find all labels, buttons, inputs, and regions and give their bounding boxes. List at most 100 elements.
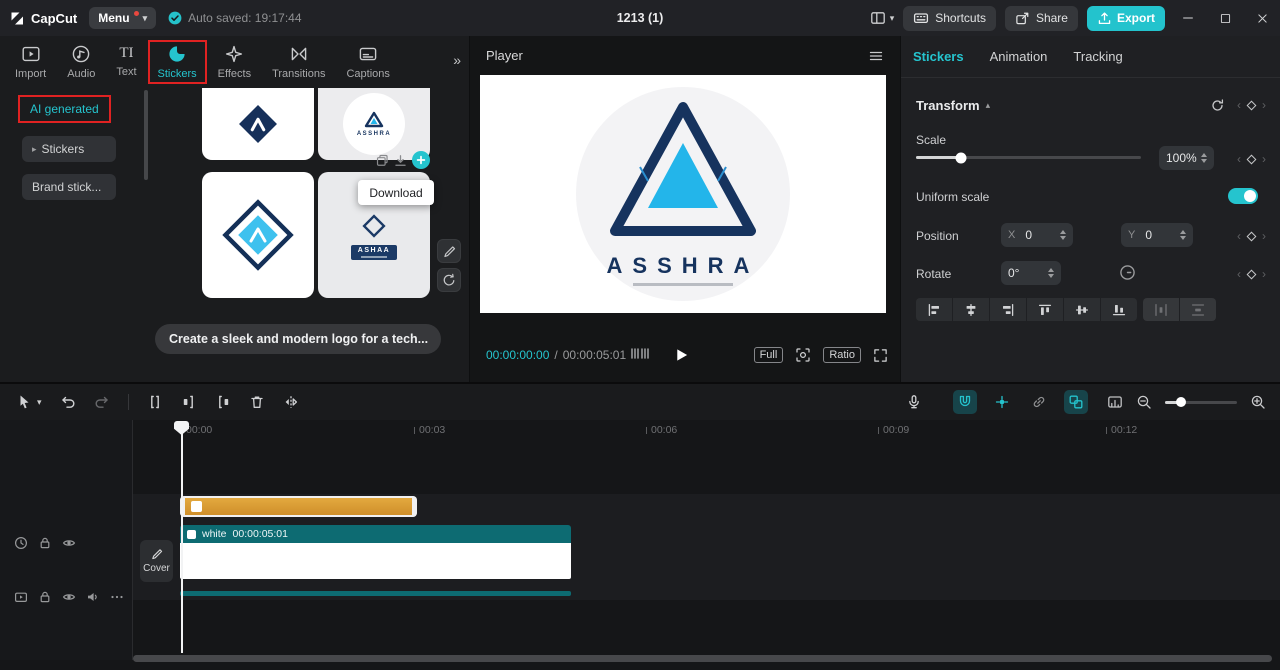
- frame-preview-button[interactable]: [630, 346, 649, 361]
- sidebar-item-ai-generated[interactable]: AI generated: [18, 95, 111, 123]
- timeline-ruler[interactable]: 00:00 00:03 00:06 00:09 00:12: [133, 420, 1280, 440]
- delete-button[interactable]: [249, 394, 265, 410]
- auto-snapping-toggle[interactable]: [990, 390, 1014, 414]
- rotate-knob[interactable]: [1119, 264, 1136, 281]
- add-keyframe-button[interactable]: [1246, 231, 1257, 241]
- main-track-magnet-toggle[interactable]: [953, 390, 977, 414]
- render-quality-button[interactable]: [1107, 394, 1123, 410]
- step-down-icon[interactable]: [1180, 236, 1186, 240]
- share-button[interactable]: Share: [1004, 5, 1078, 31]
- close-button[interactable]: [1248, 0, 1276, 36]
- add-keyframe-button[interactable]: [1246, 269, 1257, 279]
- record-voiceover-button[interactable]: [906, 394, 922, 410]
- align-left-button[interactable]: [916, 298, 952, 321]
- distribute-horizontal-button[interactable]: [1143, 298, 1179, 321]
- slider-handle[interactable]: [955, 152, 967, 163]
- delete-right-button[interactable]: [215, 394, 231, 410]
- stepper-control[interactable]: [1180, 230, 1186, 240]
- video-clip[interactable]: white 00:00:05:01: [180, 525, 571, 579]
- edit-prompt-button[interactable]: [437, 239, 461, 263]
- step-down-icon[interactable]: [1201, 159, 1207, 163]
- collapse-section-button[interactable]: ▴: [986, 100, 991, 111]
- cover-button[interactable]: Cover: [140, 540, 173, 582]
- split-button[interactable]: [147, 394, 163, 410]
- tab-stickers[interactable]: Stickers: [147, 40, 207, 84]
- step-up-icon[interactable]: [1201, 153, 1207, 157]
- position-y-input[interactable]: Y 0: [1121, 223, 1193, 247]
- track-more-button[interactable]: [110, 590, 124, 604]
- next-keyframe-button[interactable]: ›: [1262, 267, 1266, 281]
- slider-handle[interactable]: [1175, 397, 1186, 407]
- tab-inspector-stickers[interactable]: Stickers: [913, 49, 964, 64]
- media-scrollbar[interactable]: [144, 90, 148, 180]
- timeline-scrollbar[interactable]: [133, 655, 1272, 662]
- step-down-icon[interactable]: [1048, 274, 1054, 278]
- position-x-input[interactable]: X 0: [1001, 223, 1073, 247]
- zoom-out-button[interactable]: [1136, 394, 1152, 410]
- maximize-button[interactable]: [1211, 0, 1239, 36]
- prev-keyframe-button[interactable]: ‹: [1237, 229, 1241, 243]
- tab-audio[interactable]: Audio: [64, 43, 98, 81]
- playhead[interactable]: [174, 421, 189, 653]
- tab-captions[interactable]: Captions: [343, 43, 392, 81]
- add-keyframe-button[interactable]: [1246, 154, 1257, 164]
- prev-keyframe-button[interactable]: ‹: [1237, 152, 1241, 166]
- sticker-thumbnail-3[interactable]: [202, 172, 314, 298]
- stepper-control[interactable]: [1048, 268, 1054, 278]
- hide-track-button[interactable]: [62, 590, 76, 604]
- step-up-icon[interactable]: [1060, 230, 1066, 234]
- timeline-zoom-slider[interactable]: [1165, 397, 1237, 407]
- zoom-in-button[interactable]: [1250, 394, 1266, 410]
- tab-inspector-animation[interactable]: Animation: [990, 49, 1048, 64]
- audio-strip[interactable]: [180, 591, 571, 596]
- uniform-scale-toggle[interactable]: [1228, 188, 1258, 204]
- track-duration-button[interactable]: [14, 536, 28, 550]
- scale-slider[interactable]: [916, 152, 1141, 163]
- tab-inspector-tracking[interactable]: Tracking: [1073, 49, 1122, 64]
- step-down-icon[interactable]: [1060, 236, 1066, 240]
- export-button[interactable]: Export: [1086, 5, 1165, 31]
- align-center-vertical-button[interactable]: [1064, 298, 1100, 321]
- prev-keyframe-button[interactable]: ‹: [1237, 98, 1241, 112]
- sidebar-item-stickers[interactable]: ▸ Stickers: [22, 136, 116, 162]
- linkage-toggle[interactable]: [1027, 390, 1051, 414]
- scale-value-input[interactable]: 100%: [1159, 146, 1214, 170]
- distribute-vertical-button[interactable]: [1180, 298, 1216, 321]
- sticker-thumbnail-2[interactable]: ASSHRA: [318, 88, 430, 169]
- sidebar-item-brand-stickers[interactable]: Brand stick...: [22, 174, 116, 200]
- sticker-thumbnail-1[interactable]: [202, 88, 314, 160]
- hide-track-button[interactable]: [62, 536, 76, 550]
- next-keyframe-button[interactable]: ›: [1262, 229, 1266, 243]
- step-up-icon[interactable]: [1048, 268, 1054, 272]
- mute-track-button[interactable]: [86, 590, 100, 604]
- copy-button[interactable]: [376, 154, 389, 167]
- shortcuts-button[interactable]: Shortcuts: [903, 5, 996, 31]
- add-keyframe-button[interactable]: [1246, 100, 1257, 110]
- lock-track-button[interactable]: [38, 590, 52, 604]
- redo-button[interactable]: [94, 394, 110, 410]
- delete-left-button[interactable]: [181, 394, 197, 410]
- ai-prompt-input[interactable]: Create a sleek and modern logo for a tec…: [155, 324, 441, 354]
- video-preview[interactable]: ASSHRA: [480, 75, 886, 313]
- align-center-horizontal-button[interactable]: [953, 298, 989, 321]
- menu-button[interactable]: Menu ▾: [89, 7, 157, 29]
- align-top-button[interactable]: [1027, 298, 1063, 321]
- lock-track-button[interactable]: [38, 536, 52, 550]
- prev-keyframe-button[interactable]: ‹: [1237, 267, 1241, 281]
- regenerate-button[interactable]: [437, 268, 461, 292]
- layout-switch-button[interactable]: ▾: [870, 10, 894, 26]
- sticker-clip[interactable]: [180, 496, 417, 517]
- preview-frame-toggle[interactable]: [1064, 390, 1088, 414]
- align-right-button[interactable]: [990, 298, 1026, 321]
- next-keyframe-button[interactable]: ›: [1262, 98, 1266, 112]
- undo-button[interactable]: [60, 394, 76, 410]
- step-up-icon[interactable]: [1180, 230, 1186, 234]
- more-tabs-button[interactable]: »: [453, 52, 461, 68]
- mirror-button[interactable]: [283, 394, 299, 410]
- add-to-timeline-button[interactable]: [412, 151, 430, 169]
- minimize-button[interactable]: [1174, 0, 1202, 36]
- rotate-value-input[interactable]: 0°: [1001, 261, 1061, 285]
- player-menu-button[interactable]: [868, 48, 884, 64]
- next-keyframe-button[interactable]: ›: [1262, 152, 1266, 166]
- ratio-button[interactable]: Ratio: [823, 347, 861, 363]
